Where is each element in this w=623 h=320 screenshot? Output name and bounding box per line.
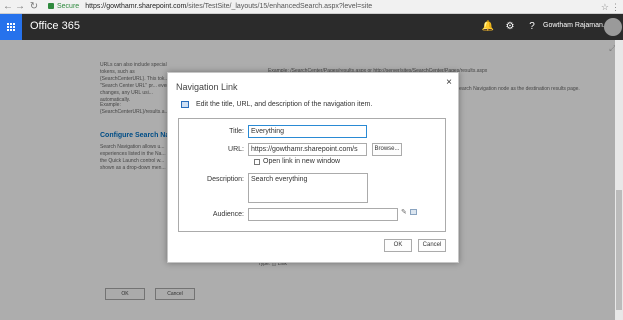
address-bar[interactable]: Secure https://gowthamr.sharepoint.com/si… [48,1,598,13]
url-host: https://gowthamr.sharepoint.com [85,3,187,10]
description-label: Description: [207,176,244,183]
secure-label: Secure [57,3,80,10]
ok-button[interactable]: OK [384,239,412,252]
check-names-icon[interactable]: ✎ [401,209,408,216]
browse-audience-icon[interactable] [410,209,417,215]
settings-gear-icon[interactable]: ⚙ [499,14,521,40]
browser-menu-icon[interactable]: ⋮ [611,1,620,13]
page-scrollbar[interactable] [615,40,623,320]
avatar[interactable] [604,18,622,36]
browser-toolbar: ← → ↻ Secure https://gowthamr.sharepoint.… [0,0,623,14]
close-icon[interactable]: × [446,77,452,88]
app-launcher-icon[interactable] [0,14,22,40]
description-input[interactable]: Search everything [248,173,368,203]
title-input[interactable]: Everything [248,125,367,138]
title-label: Title: [229,128,244,135]
user-name[interactable]: Gowtham Rajaman... [543,22,609,29]
audience-label: Audience: [212,211,244,218]
dialog-title: Navigation Link [176,82,238,92]
url-label: URL: [228,146,244,153]
notifications-bell-icon[interactable]: 🔔 [477,14,499,40]
edit-link-icon [181,101,189,108]
audience-input[interactable] [248,208,398,221]
url-path: /sites/TestSite/_layouts/15/enhancedSear… [186,3,373,10]
url-input[interactable]: https://gowthamr.sharepoint.com/s [248,143,367,156]
cancel-button[interactable]: Cancel [418,239,446,252]
help-icon[interactable]: ? [521,14,543,40]
suite-bar: Office 365 🔔 ⚙ ? Gowtham Rajaman... [0,14,623,40]
browse-button[interactable]: Browse... [372,143,402,156]
lock-icon [48,3,54,10]
dialog-description: Edit the title, URL, and description of … [196,101,373,108]
back-icon[interactable]: ← [2,1,14,13]
forward-icon[interactable]: → [14,1,26,13]
scrollbar-thumb[interactable] [616,190,622,310]
bookmark-star-icon[interactable]: ☆ [601,1,609,13]
open-new-window-label: Open link in new window [263,158,341,165]
open-new-window-checkbox[interactable] [254,159,260,165]
reload-icon[interactable]: ↻ [28,1,40,13]
navigation-link-dialog: Navigation Link × Edit the title, URL, a… [167,72,459,263]
brand-title[interactable]: Office 365 [30,20,80,32]
